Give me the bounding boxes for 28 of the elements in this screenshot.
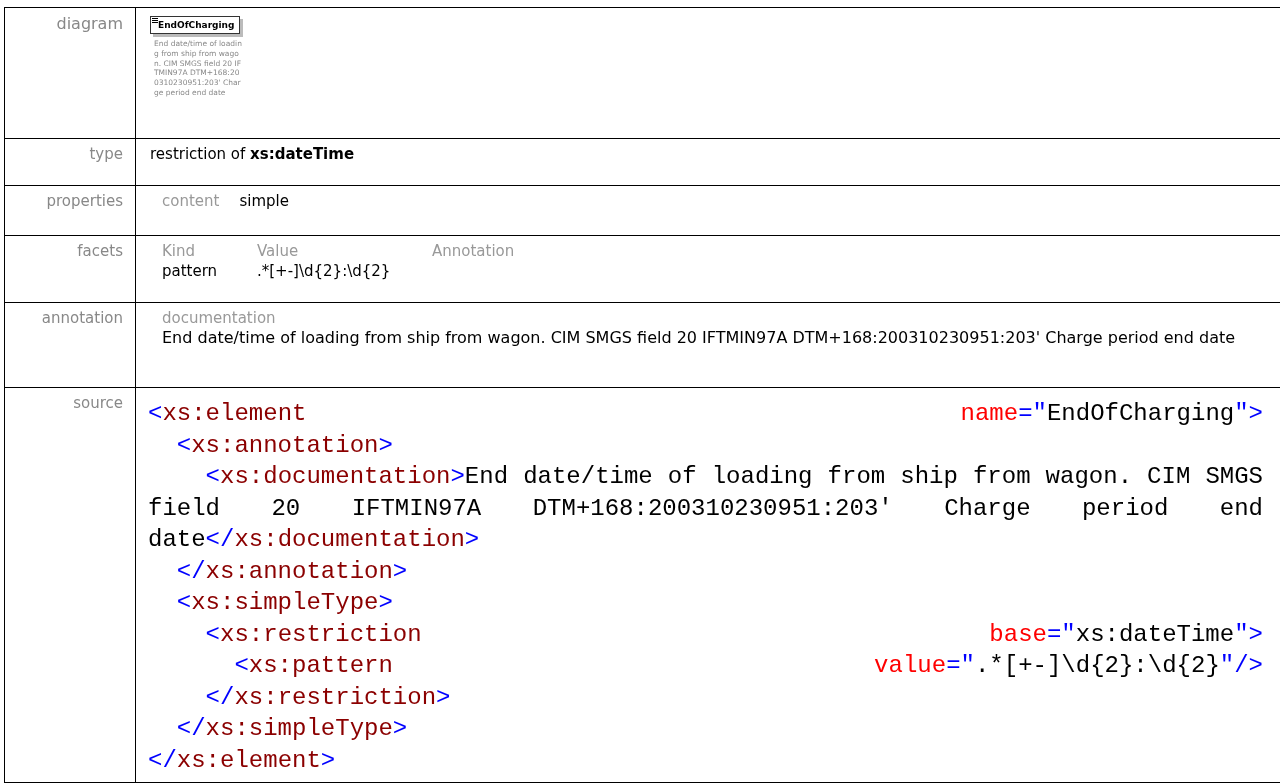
lines-icon [152, 18, 158, 23]
row-label: type [89, 145, 123, 163]
code-line: </xs:annotation> [175, 556, 409, 587]
column-header: Value [257, 242, 300, 260]
facet-kind: pattern [162, 262, 219, 280]
code-line: </xs:element> [148, 745, 337, 776]
column-header: Kind [162, 242, 197, 260]
annotation-heading: documentation [162, 309, 277, 327]
code-line: </xs:simpleType> [175, 714, 409, 744]
row-label: properties [46, 192, 123, 210]
code-line: <xs:annotation> [175, 430, 394, 461]
row-label: facets [77, 242, 123, 260]
code-line: <xs:simpleType> [175, 588, 394, 618]
row-label: annotation [41, 309, 123, 327]
code-line: <xs:element name="EndOfCharging"> [148, 399, 1263, 429]
code-line: <xs:documentation>End date/time of loading from ship from wagon. CIM SMGS field 20 IFTMIN97A DTM+168:200310230951:203' Charge period end date</xs:documentation> [148, 462, 1263, 555]
code-line: </xs:restriction> [204, 682, 452, 713]
documentation-text: End date/time of loading from ship from wagon. CIM SMGS field 20 IFTMIN97A DTM+168:200310230951:203' Charge period end date [162, 327, 1237, 349]
row-label: source [73, 394, 123, 412]
element-node: EndOfCharging [150, 16, 241, 34]
property-name: content [162, 192, 220, 210]
type-text: restriction of xs:dateTime [150, 145, 355, 163]
code-line: <xs:restriction base="xs:dateTime"> [204, 619, 1263, 650]
property-value: simple [239, 192, 289, 210]
row-label: diagram [56, 14, 123, 33]
facet-value: .*[+-]\d{2}:\d{2} [257, 262, 392, 280]
column-header: Annotation [432, 242, 516, 260]
code-line: <xs:pattern value=".*[+-]\d{2}:\d{2}"/> [233, 651, 1263, 681]
